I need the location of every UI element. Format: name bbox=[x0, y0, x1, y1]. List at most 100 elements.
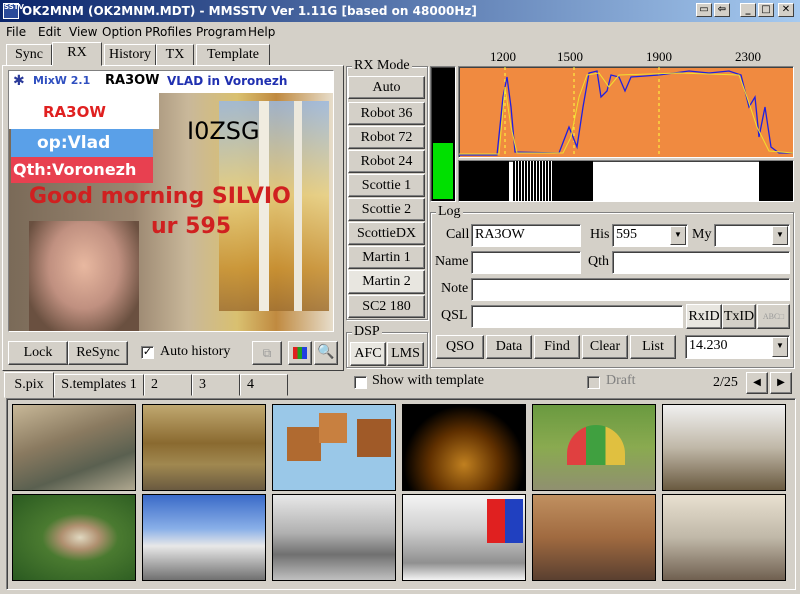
mode-icon[interactable]: ⇦ bbox=[714, 3, 730, 17]
spectrum-display bbox=[458, 66, 794, 158]
thumb-2[interactable] bbox=[142, 404, 266, 491]
lock-button[interactable]: Lock bbox=[8, 341, 68, 365]
menu-view[interactable]: View bbox=[69, 25, 97, 39]
thumb-11[interactable] bbox=[532, 494, 656, 581]
mode-robot72[interactable]: Robot 72 bbox=[348, 126, 425, 149]
qth-field[interactable] bbox=[612, 251, 790, 274]
mode-martin2[interactable]: Martin 2 bbox=[348, 270, 425, 294]
name-label: Name bbox=[435, 254, 469, 269]
mode-auto[interactable]: Auto bbox=[348, 76, 425, 99]
palette-icon[interactable] bbox=[288, 341, 312, 365]
clear-button[interactable]: Clear bbox=[582, 335, 628, 359]
qth-label: Qth bbox=[588, 254, 609, 269]
my-dropdown-icon[interactable]: ▼ bbox=[772, 226, 788, 245]
tick-1500: 1500 bbox=[557, 49, 583, 64]
app-icon: SSTV bbox=[3, 3, 24, 19]
capture-icon[interactable]: ▭ bbox=[696, 3, 712, 17]
menu-help[interactable]: Help bbox=[248, 25, 275, 39]
face bbox=[29, 221, 139, 331]
menu-profiles[interactable]: PRofiles bbox=[145, 25, 192, 39]
his-label: His bbox=[590, 227, 610, 242]
tab-page-2[interactable]: 2 bbox=[144, 374, 192, 396]
spectrum-trace bbox=[459, 67, 793, 157]
zoom-icon[interactable]: 🔍 bbox=[314, 341, 338, 365]
copy-icon[interactable]: ⧉ bbox=[252, 341, 282, 365]
thumb-6[interactable] bbox=[662, 404, 786, 491]
overlay-line1: Good morning SILVIO bbox=[29, 184, 291, 209]
next-page-icon[interactable]: ▶ bbox=[770, 372, 792, 394]
auto-history-checkbox[interactable]: ✓ bbox=[141, 346, 154, 359]
abc-icon[interactable]: ABC□ bbox=[757, 304, 790, 329]
tab-stemplates-1[interactable]: S.templates 1 bbox=[54, 374, 144, 396]
lms-button[interactable]: LMS bbox=[387, 342, 424, 366]
rx-mode-title: RX Mode bbox=[352, 58, 412, 74]
note-field[interactable] bbox=[471, 278, 790, 301]
list-button[interactable]: List bbox=[630, 335, 676, 359]
thumb-12[interactable] bbox=[662, 494, 786, 581]
qsl-field[interactable] bbox=[471, 305, 683, 328]
thumb-1[interactable] bbox=[12, 404, 136, 491]
resync-button[interactable]: ReSync bbox=[68, 341, 128, 365]
overlay-callsign: I0ZSG bbox=[187, 117, 260, 145]
mode-robot24[interactable]: Robot 24 bbox=[348, 150, 425, 173]
mode-scottie2[interactable]: Scottie 2 bbox=[348, 198, 425, 221]
tab-history[interactable]: History bbox=[104, 44, 156, 66]
log-title: Log bbox=[436, 204, 463, 220]
tick-1200: 1200 bbox=[490, 49, 516, 64]
thumb-7[interactable] bbox=[12, 494, 136, 581]
menu-edit[interactable]: Edit bbox=[38, 25, 61, 39]
thumb-3[interactable] bbox=[272, 404, 396, 491]
qso-button[interactable]: QSO bbox=[436, 335, 484, 359]
thumb-10[interactable] bbox=[402, 494, 526, 581]
tab-sync[interactable]: Sync bbox=[6, 44, 52, 66]
qsl-label: QSL bbox=[441, 308, 468, 323]
tab-page-4[interactable]: 4 bbox=[240, 374, 288, 396]
tab-template[interactable]: Template bbox=[196, 44, 270, 66]
his-select[interactable]: 595 ▼ bbox=[612, 224, 688, 247]
show-template-checkbox[interactable] bbox=[354, 376, 367, 389]
thumb-5[interactable] bbox=[532, 404, 656, 491]
freq-value: 14.230 bbox=[689, 338, 728, 353]
thumb-4[interactable] bbox=[402, 404, 526, 491]
dsp-title: DSP bbox=[352, 324, 382, 340]
overlay-call: RA3OW bbox=[43, 103, 106, 121]
txid-button[interactable]: TxID bbox=[722, 304, 756, 329]
thumb-8[interactable] bbox=[142, 494, 266, 581]
find-button[interactable]: Find bbox=[534, 335, 580, 359]
mode-sc2-180[interactable]: SC2 180 bbox=[348, 295, 425, 318]
freq-dropdown-icon[interactable]: ▼ bbox=[772, 337, 788, 357]
menu-program[interactable]: Program bbox=[196, 25, 247, 39]
name-field[interactable] bbox=[471, 251, 581, 274]
prev-page-icon[interactable]: ◀ bbox=[746, 372, 768, 394]
tab-page-3[interactable]: 3 bbox=[192, 374, 240, 396]
maximize-button[interactable]: □ bbox=[758, 3, 774, 17]
menu-option[interactable]: Option bbox=[102, 25, 142, 39]
close-button[interactable]: ✕ bbox=[778, 3, 794, 17]
mode-scottie1[interactable]: Scottie 1 bbox=[348, 174, 425, 197]
tab-rx[interactable]: RX bbox=[52, 42, 102, 66]
thumb-9[interactable] bbox=[272, 494, 396, 581]
show-template-label: Show with template bbox=[372, 373, 484, 388]
draft-checkbox[interactable] bbox=[587, 376, 600, 389]
window-title: OK2MNM (OK2MNM.MDT) - MMSSTV Ver 1.11G [… bbox=[22, 4, 477, 18]
his-dropdown-icon[interactable]: ▼ bbox=[670, 226, 686, 245]
my-label: My bbox=[692, 227, 712, 242]
minimize-button[interactable]: _ bbox=[740, 3, 756, 17]
rx-image: ✱ MixW 2.1 RA3OW VLAD in Voronezh RA3OW … bbox=[8, 70, 334, 332]
tab-spix[interactable]: S.pix bbox=[4, 372, 54, 398]
rxid-button[interactable]: RxID bbox=[686, 304, 722, 329]
data-button[interactable]: Data bbox=[486, 335, 532, 359]
menu-file[interactable]: File bbox=[6, 25, 26, 39]
my-select[interactable]: ▼ bbox=[714, 224, 790, 247]
mode-scottiedx[interactable]: ScottieDX bbox=[348, 222, 425, 245]
freq-select[interactable]: 14.230 ▼ bbox=[685, 335, 790, 359]
waterfall-display bbox=[458, 160, 794, 202]
mode-robot36[interactable]: Robot 36 bbox=[348, 102, 425, 125]
tab-tx[interactable]: TX bbox=[156, 44, 194, 66]
call-field[interactable]: RA3OW bbox=[471, 224, 581, 247]
mode-martin1[interactable]: Martin 1 bbox=[348, 246, 425, 269]
level-fill bbox=[433, 143, 453, 199]
banner-left: MixW 2.1 bbox=[33, 74, 91, 87]
overlay-line2: ur 595 bbox=[151, 214, 232, 239]
afc-button[interactable]: AFC bbox=[350, 342, 386, 366]
